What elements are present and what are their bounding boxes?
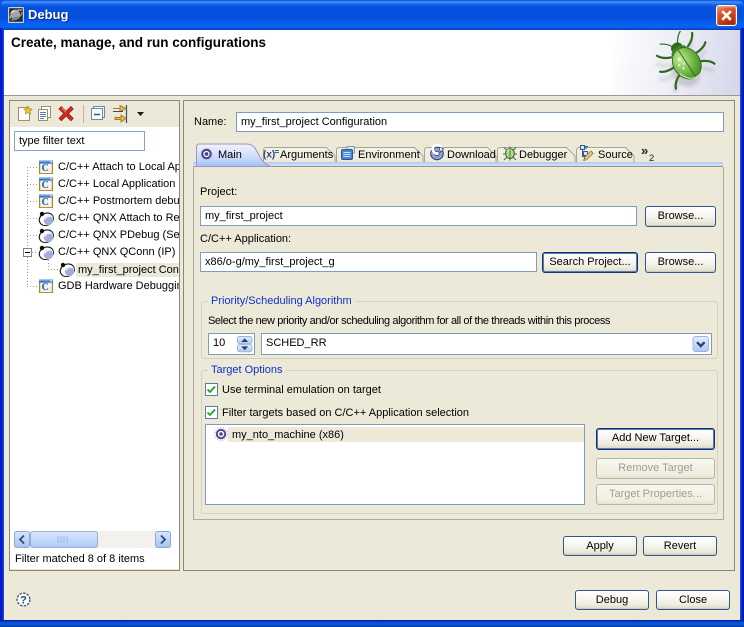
svg-text:Debugger: Debugger: [519, 149, 568, 161]
svg-text:C: C: [42, 163, 49, 174]
svg-text:(x): (x): [263, 150, 275, 161]
svg-text:Download: Download: [447, 149, 496, 161]
svg-text:C: C: [42, 282, 49, 293]
svg-text:?: ?: [20, 595, 27, 607]
svg-text:Main: Main: [218, 149, 242, 161]
svg-text:Source: Source: [598, 149, 633, 161]
svg-text:=: =: [275, 148, 280, 157]
svg-text:2: 2: [649, 153, 654, 164]
svg-text:Arguments: Arguments: [280, 149, 334, 161]
svg-text:C: C: [42, 180, 49, 191]
svg-text:»: »: [641, 143, 648, 158]
svg-text:C: C: [42, 197, 49, 208]
svg-text:Environment: Environment: [358, 149, 420, 161]
